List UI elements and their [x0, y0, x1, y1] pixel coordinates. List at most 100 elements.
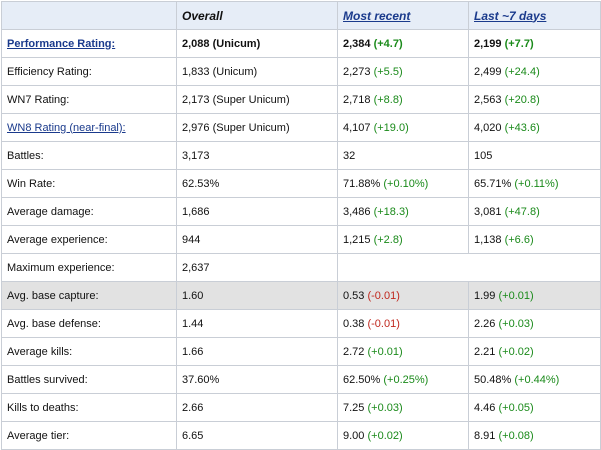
- row-label: Avg. base defense:: [1, 309, 177, 338]
- recent-cell: 0.38 (-0.01): [337, 309, 469, 338]
- week-cell: 1,138 (+6.6): [468, 225, 601, 254]
- recent-value: 2.72: [343, 345, 365, 358]
- recent-delta: (+0.03): [367, 401, 403, 414]
- week-cell: 2,199 (+7.7): [468, 29, 601, 58]
- week-value: 8.91: [474, 429, 496, 442]
- overall-value: 2,976 (Super Unicum): [176, 113, 338, 142]
- week-cell: 3,081 (+47.8): [468, 197, 601, 226]
- header-last-7-days[interactable]: Last ~7 days: [468, 1, 601, 30]
- week-value: 2,199: [474, 37, 502, 50]
- week-value: 1.99: [474, 289, 496, 302]
- row-label: Average experience:: [1, 225, 177, 254]
- recent-delta: (+0.02): [367, 429, 403, 442]
- overall-value: 1,686: [176, 197, 338, 226]
- recent-delta: (-0.01): [367, 289, 400, 302]
- week-value: 2.26: [474, 317, 496, 330]
- recent-value: 3,486: [343, 205, 371, 218]
- recent-value: 4,107: [343, 121, 371, 134]
- week-delta: (+43.6): [504, 121, 540, 134]
- overall-value: 2,173 (Super Unicum): [176, 85, 338, 114]
- week-value: 4.46: [474, 401, 496, 414]
- row-label: Efficiency Rating:: [1, 57, 177, 86]
- week-value: 50.48%: [474, 373, 512, 386]
- recent-cell: 32: [337, 141, 469, 170]
- overall-value: 1.66: [176, 337, 338, 366]
- table-row: Avg. base capture: 1.60 0.53 (-0.01) 1.9…: [1, 281, 601, 310]
- table-row: Maximum experience: 2,637: [1, 253, 601, 282]
- recent-cell: 7.25 (+0.03): [337, 393, 469, 422]
- most-recent-link[interactable]: Most recent: [343, 9, 410, 23]
- row-label: Average damage:: [1, 197, 177, 226]
- row-label: Maximum experience:: [1, 253, 177, 282]
- header-corner: [1, 1, 177, 30]
- row-label: Average kills:: [1, 337, 177, 366]
- overall-value: 2,637: [176, 253, 338, 282]
- header-overall: Overall: [176, 1, 338, 30]
- row-label[interactable]: Performance Rating:: [1, 29, 177, 58]
- row-label: Battles survived:: [1, 365, 177, 394]
- table-row: Performance Rating: 2,088 (Unicum) 2,384…: [1, 29, 601, 58]
- recent-cell: 62.50% (+0.25%): [337, 365, 469, 394]
- recent-delta: (+0.01): [367, 345, 403, 358]
- recent-cell: [337, 253, 469, 282]
- overall-value: 1.60: [176, 281, 338, 310]
- overall-value: 6.65: [176, 421, 338, 450]
- row-label[interactable]: WN8 Rating (near-final):: [1, 113, 177, 142]
- week-value: 4,020: [474, 121, 502, 134]
- recent-cell: 2.72 (+0.01): [337, 337, 469, 366]
- week-cell: [468, 253, 601, 282]
- week-delta: (+0.44%): [514, 373, 560, 386]
- week-delta: (+6.6): [504, 233, 534, 246]
- recent-value: 2,273: [343, 65, 371, 78]
- week-cell: 105: [468, 141, 601, 170]
- table-row: Efficiency Rating: 1,833 (Unicum) 2,273 …: [1, 57, 601, 86]
- overall-value: 944: [176, 225, 338, 254]
- recent-delta: (+18.3): [373, 205, 409, 218]
- last-7-days-link[interactable]: Last ~7 days: [474, 9, 546, 23]
- week-cell: 2,499 (+24.4): [468, 57, 601, 86]
- recent-cell: 3,486 (+18.3): [337, 197, 469, 226]
- recent-delta: (+2.8): [373, 233, 403, 246]
- stats-table: Overall Most recent Last ~7 days Perform…: [1, 1, 601, 450]
- table-row: Battles survived: 37.60% 62.50% (+0.25%)…: [1, 365, 601, 394]
- week-value: 2,499: [474, 65, 502, 78]
- recent-delta: (+0.10%): [383, 177, 429, 190]
- recent-value: 0.53: [343, 289, 365, 302]
- wn8-rating-link[interactable]: WN8 Rating (near-final):: [7, 122, 126, 134]
- recent-cell: 2,384 (+4.7): [337, 29, 469, 58]
- table-row: Kills to deaths: 2.66 7.25 (+0.03) 4.46 …: [1, 393, 601, 422]
- week-delta: (+20.8): [504, 93, 540, 106]
- overall-value: 37.60%: [176, 365, 338, 394]
- table-row: Average kills: 1.66 2.72 (+0.01) 2.21 (+…: [1, 337, 601, 366]
- week-value: 2,563: [474, 93, 502, 106]
- recent-cell: 4,107 (+19.0): [337, 113, 469, 142]
- overall-value: 1,833 (Unicum): [176, 57, 338, 86]
- performance-rating-link[interactable]: Performance Rating:: [7, 38, 115, 50]
- recent-value: 2,718: [343, 93, 371, 106]
- week-delta: (+24.4): [504, 65, 540, 78]
- header-most-recent[interactable]: Most recent: [337, 1, 469, 30]
- week-delta: (+0.01): [498, 289, 534, 302]
- table-row: Battles: 3,173 32 105: [1, 141, 601, 170]
- week-delta: (+0.03): [498, 317, 534, 330]
- overall-value: 2,088 (Unicum): [176, 29, 338, 58]
- week-cell: 1.99 (+0.01): [468, 281, 601, 310]
- recent-value: 9.00: [343, 429, 365, 442]
- overall-value: 62.53%: [176, 169, 338, 198]
- week-cell: 4.46 (+0.05): [468, 393, 601, 422]
- recent-delta: (-0.01): [367, 317, 400, 330]
- week-cell: 8.91 (+0.08): [468, 421, 601, 450]
- table-row: Average damage: 1,686 3,486 (+18.3) 3,08…: [1, 197, 601, 226]
- recent-cell: 2,273 (+5.5): [337, 57, 469, 86]
- recent-cell: 71.88% (+0.10%): [337, 169, 469, 198]
- week-cell: 65.71% (+0.11%): [468, 169, 601, 198]
- table-row: Win Rate: 62.53% 71.88% (+0.10%) 65.71% …: [1, 169, 601, 198]
- recent-cell: 2,718 (+8.8): [337, 85, 469, 114]
- week-cell: 2.26 (+0.03): [468, 309, 601, 338]
- week-value: 2.21: [474, 345, 496, 358]
- recent-value: 32: [343, 149, 356, 162]
- recent-cell: 9.00 (+0.02): [337, 421, 469, 450]
- week-value: 65.71%: [474, 177, 512, 190]
- week-value: 1,138: [474, 233, 502, 246]
- recent-delta: (+4.7): [373, 37, 403, 50]
